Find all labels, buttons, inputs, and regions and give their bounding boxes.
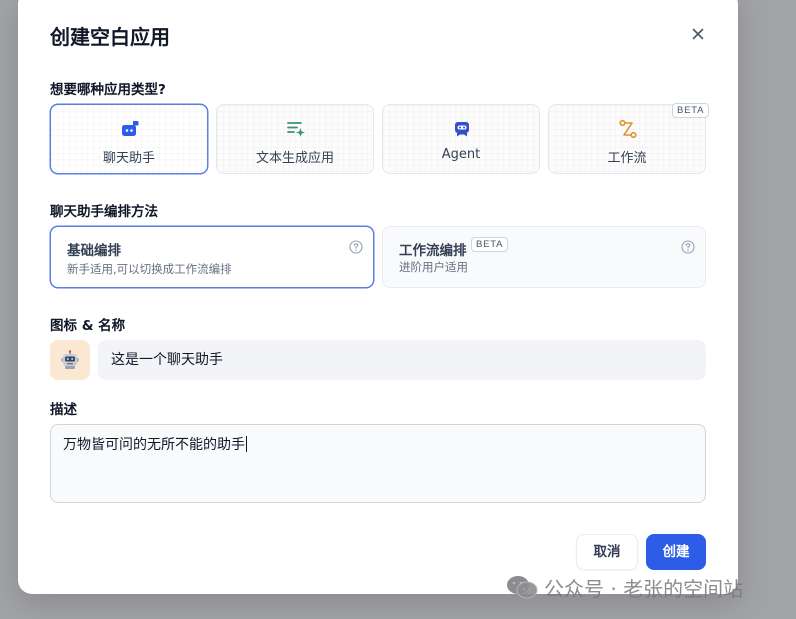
description-textarea[interactable]: 万物皆可问的无所不能的助手 [50,424,706,503]
app-type-label-text: 工作流 [607,151,647,166]
robot-icon [452,119,472,139]
app-type-text-generation[interactable]: 文本生成应用 [216,104,374,174]
workflow-icon [618,119,638,139]
workflow-beta-badge: BETA [672,103,710,118]
app-type-agent[interactable]: Agent [382,104,540,174]
help-icon[interactable] [349,239,363,254]
watermark-text: 公众号 · 老张的空间站 [544,576,744,601]
app-name-input[interactable]: 这是一个聊天助手 [98,340,706,380]
dialog-title: 创建空白应用 [50,25,170,49]
wechat-icon [507,576,538,599]
app-type-label-text: Agent [441,147,481,162]
app-type-label-text: 聊天助手 [102,151,155,166]
mode-basic-orchestration[interactable]: 基础编排 新手适用,可以切换成工作流编排 [50,226,374,288]
mode-description: 进阶用户适用 [399,260,468,274]
app-type-label: 想要哪种应用类型? [50,82,166,98]
app-type-chat-assistant[interactable]: 聊天助手 [50,104,208,174]
mode-title: 基础编排 [67,243,121,259]
mode-title: 工作流编排 [399,243,467,259]
app-avatar[interactable] [50,340,90,380]
cancel-button[interactable]: 取消 [576,534,638,570]
create-app-dialog: 创建空白应用 想要哪种应用类型? 聊天助手 文本生成应用 Agent 工作流 B… [18,0,738,594]
mode-description: 新手适用,可以切换成工作流编排 [67,262,232,276]
orchestration-label: 聊天助手编排方法 [50,204,158,220]
mode-workflow-orchestration[interactable]: 工作流编排 BETA 进阶用户适用 [382,226,706,288]
text-caret [246,436,247,452]
description-text: 万物皆可问的无所不能的助手 [63,437,245,453]
close-icon[interactable] [688,24,708,44]
create-button[interactable]: 创建 [646,534,706,570]
help-icon[interactable] [681,239,695,254]
app-type-label-text: 文本生成应用 [255,151,334,166]
chat-bot-icon [120,119,140,139]
description-label: 描述 [50,402,77,418]
robot-emoji-icon [61,350,79,369]
text-generate-icon [286,119,306,139]
watermark: 公众号 · 老张的空间站 [506,572,743,602]
icon-name-label: 图标 & 名称 [50,318,126,334]
mode-beta-badge: BETA [471,237,509,252]
